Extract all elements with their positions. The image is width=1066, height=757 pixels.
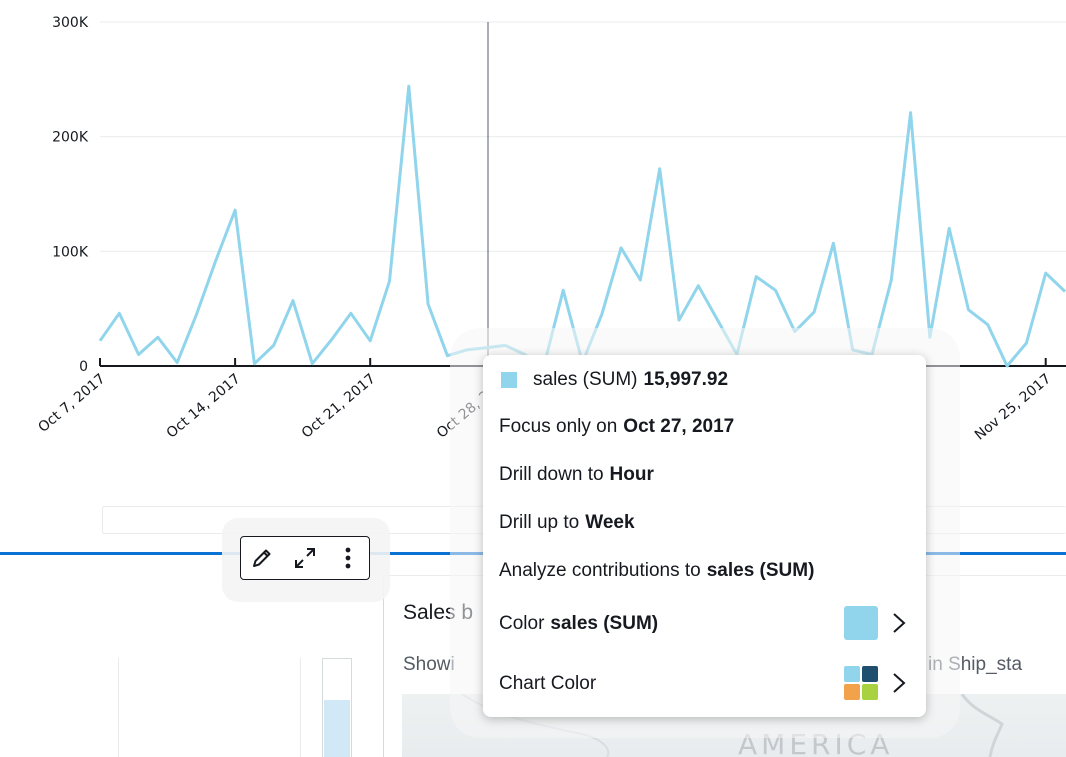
- menu-item-label: Focus only on: [499, 416, 618, 437]
- menu-item-value: Oct 27, 2017: [623, 416, 735, 437]
- menu-item-value: sales (SUM): [550, 613, 659, 634]
- gridline: [300, 658, 301, 757]
- menu-value: 15,997.92: [643, 369, 729, 390]
- menu-item-value: Week: [585, 512, 635, 533]
- x-tick-label: Nov 25, 2017: [972, 371, 1054, 444]
- palette-picker-trigger[interactable]: [844, 666, 906, 700]
- palette-icon: [844, 666, 878, 700]
- menu-value-label: sales (SUM): [533, 369, 638, 390]
- menu-item-drill-down[interactable]: Drill down to Hour: [499, 460, 910, 490]
- menu-item-label: Drill up to: [499, 512, 580, 533]
- more-options-button[interactable]: [326, 537, 369, 579]
- y-axis: 0 100K 200K 300K: [52, 15, 89, 375]
- menu-item-label: Color: [499, 613, 545, 634]
- gridline: [118, 658, 119, 757]
- x-tick-label: Oct 14, 2017: [164, 371, 244, 442]
- series-line-sales[interactable]: [98, 84, 1066, 368]
- x-tick-label: Oct 21, 2017: [299, 371, 379, 442]
- chevron-right-icon: [893, 673, 906, 693]
- series-color-swatch: [501, 372, 517, 388]
- chevron-right-icon: [893, 613, 906, 633]
- menu-item-value: Hour: [609, 464, 654, 485]
- color-picker-trigger[interactable]: [844, 606, 906, 640]
- menu-item-chart-color[interactable]: Chart Color: [499, 666, 910, 700]
- visual-toolbar: [240, 536, 370, 580]
- menu-item-value: sales (SUM): [706, 560, 815, 581]
- bar-marker: [332, 680, 342, 681]
- menu-item-focus[interactable]: Focus only on Oct 27, 2017: [499, 412, 910, 442]
- expand-button[interactable]: [284, 537, 327, 579]
- datapoint-context-menu: sales (SUM) 15,997.92 Focus only on Oct …: [483, 355, 926, 717]
- more-vertical-icon: [345, 547, 351, 569]
- y-tick-label: 0: [79, 359, 88, 375]
- pencil-icon: [253, 549, 271, 567]
- menu-item-label: Drill down to: [499, 464, 604, 485]
- x-tick-label: Oct 7, 2017: [35, 371, 108, 436]
- map-visual-subtitle: Showi: [403, 654, 455, 675]
- menu-value-header: sales (SUM) 15,997.92: [499, 365, 910, 395]
- expand-icon: [295, 548, 315, 568]
- menu-item-label: Chart Color: [499, 673, 597, 694]
- menu-item-color-series[interactable]: Color sales (SUM): [499, 606, 910, 640]
- bar-fill[interactable]: [324, 700, 350, 757]
- menu-item-label: Analyze contributions to: [499, 560, 701, 581]
- chart-gridlines: [100, 21, 1066, 252]
- menu-item-drill-up[interactable]: Drill up to Week: [499, 508, 910, 538]
- y-tick-label: 100K: [52, 244, 89, 260]
- edit-button[interactable]: [241, 537, 284, 579]
- y-tick-label: 200K: [52, 130, 89, 146]
- menu-item-analyze-contributions[interactable]: Analyze contributions to sales (SUM): [499, 556, 910, 586]
- series-color-swatch: [844, 606, 878, 640]
- y-tick-label: 300K: [52, 15, 89, 31]
